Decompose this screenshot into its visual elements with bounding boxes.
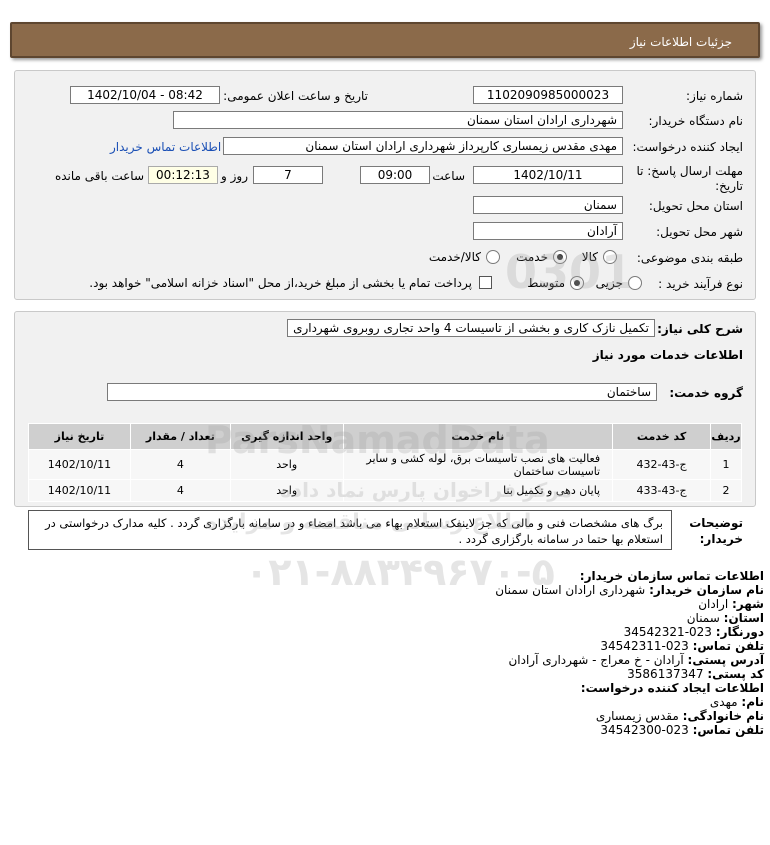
cell-unit: واحد bbox=[229, 479, 344, 502]
contact-phone: تلفن تماس: 023-34542311 bbox=[600, 639, 764, 653]
cell-date: 1402/10/11 bbox=[28, 479, 131, 502]
contact-address-label: آدرس پستی: bbox=[687, 653, 764, 667]
contact-province-value: سمنان bbox=[686, 611, 720, 625]
category-service-label: خدمت bbox=[516, 250, 548, 264]
services-table: ردیف کد خدمت نام خدمت واحد اندازه گیری ت… bbox=[28, 423, 742, 502]
contact-city-value: ارادان bbox=[698, 597, 729, 611]
remaining-time-field: 00:12:13 bbox=[148, 166, 218, 184]
buyer-notes-label-2: خریدار: bbox=[699, 532, 743, 546]
creator-last-name: نام خانوادگی: مقدس زیمساری bbox=[596, 709, 764, 723]
city-field[interactable]: آرادان bbox=[473, 222, 623, 240]
remaining-time-label: ساعت باقی مانده bbox=[54, 169, 144, 183]
buyer-org-label: نام دستگاه خریدار: bbox=[648, 114, 744, 128]
contact-postal: کد پستی: 3586137347 bbox=[627, 667, 764, 681]
announce-label: تاریخ و ساعت اعلان عمومی: bbox=[223, 89, 368, 103]
contact-address-value: آرادان - خ معراج - شهرداری آرادان bbox=[508, 653, 684, 667]
category-both-label: کالا/خدمت bbox=[428, 250, 481, 264]
contact-heading: اطلاعات تماس سازمان خریدار: bbox=[579, 569, 764, 583]
buyer-notes-box: برگ های مشخصات فنی و مالی که جز لاینفک ا… bbox=[28, 510, 672, 550]
deadline-date-field[interactable]: 1402/10/11 bbox=[473, 166, 623, 184]
province-label: استان محل تحویل: bbox=[648, 199, 743, 213]
creator-field[interactable]: مهدی مقدس زیمساری کارپرداز شهرداری ارادا… bbox=[223, 137, 623, 155]
col-code: کد خدمت bbox=[612, 423, 712, 450]
cell-unit: واحد bbox=[229, 449, 344, 480]
table-row: 1 ج-43-432 فعالیت های نصب تاسیسات برق، ل… bbox=[28, 449, 742, 480]
buyer-contact-link[interactable]: اطلاعات تماس خریدار bbox=[110, 140, 221, 154]
cell-date: 1402/10/11 bbox=[28, 449, 131, 480]
cell-name: فعالیت های نصب تاسیسات برق، لوله کشی و س… bbox=[342, 449, 614, 480]
service-group-label: گروه خدمت: bbox=[669, 386, 743, 400]
treasury-payment-note: پرداخت تمام یا بخشی از مبلغ خرید،از محل … bbox=[89, 276, 472, 290]
deadline-time-label: ساعت bbox=[432, 169, 465, 183]
contact-fax: دورنگار: 023-34542321 bbox=[624, 625, 764, 639]
need-details-panel bbox=[14, 70, 756, 300]
creator-first-name: نام: مهدی bbox=[710, 695, 764, 709]
creator-last-name-label: نام خانوادگی: bbox=[682, 709, 764, 723]
contact-fax-label: دورنگار: bbox=[715, 625, 764, 639]
deadline-time-field[interactable]: 09:00 bbox=[360, 166, 430, 184]
creator-phone-label: تلفن تماس: bbox=[692, 723, 764, 737]
page-title: جزئیات اطلاعات نیاز bbox=[629, 35, 732, 49]
contact-phone-label: تلفن تماس: bbox=[692, 639, 764, 653]
service-group-field[interactable]: ساختمان bbox=[107, 383, 657, 401]
need-number-label: شماره نیاز: bbox=[686, 89, 743, 103]
process-medium-radio[interactable] bbox=[570, 276, 584, 290]
col-name: نام خدمت bbox=[342, 423, 614, 450]
creator-heading: اطلاعات ایجاد کننده درخواست: bbox=[580, 681, 764, 695]
cell-qty: 4 bbox=[129, 479, 231, 502]
cell-row: 1 bbox=[710, 449, 742, 480]
summary-field[interactable]: تکمیل نازک کاری و بخشی از تاسیسات 4 واحد… bbox=[287, 319, 655, 337]
process-medium-label: متوسط bbox=[527, 276, 565, 290]
contact-province: استان: سمنان bbox=[687, 611, 764, 625]
creator-phone: تلفن تماس: 023-34542300 bbox=[600, 723, 764, 737]
contact-province-label: استان: bbox=[723, 611, 764, 625]
cell-qty: 4 bbox=[129, 449, 231, 480]
cell-code: ج-43-433 bbox=[612, 479, 712, 502]
contact-org: نام سازمان خریدار: شهرداری ارادان استان … bbox=[495, 583, 764, 597]
cell-code: ج-43-432 bbox=[612, 449, 712, 480]
need-number-field[interactable]: 1102090985000023 bbox=[473, 86, 623, 104]
days-remaining-field[interactable]: 7 bbox=[253, 166, 323, 184]
process-label: نوع فرآیند خرید : bbox=[658, 277, 743, 291]
province-field[interactable]: سمنان bbox=[473, 196, 623, 214]
creator-first-name-label: نام: bbox=[741, 695, 764, 709]
col-row: ردیف bbox=[710, 423, 742, 450]
summary-label: شرح کلی نیاز: bbox=[657, 322, 743, 336]
contact-org-value: شهرداری ارادان استان سمنان bbox=[495, 583, 646, 597]
category-label: طبقه بندی موضوعی: bbox=[636, 251, 743, 265]
process-minor-label: جزیی bbox=[595, 276, 623, 290]
col-qty: تعداد / مقدار bbox=[129, 423, 231, 450]
contact-org-label: نام سازمان خریدار: bbox=[649, 583, 764, 597]
category-both-radio[interactable] bbox=[486, 250, 500, 264]
contact-address: آدرس پستی: آرادان - خ معراج - شهرداری آر… bbox=[508, 653, 764, 667]
buyer-notes-label: توضیحات bbox=[689, 516, 743, 530]
contact-phone-value: 023-34542311 bbox=[600, 639, 689, 653]
creator-label: ایجاد کننده درخواست: bbox=[632, 140, 743, 154]
cell-row: 2 bbox=[710, 479, 742, 502]
category-goods-radio[interactable] bbox=[603, 250, 617, 264]
cell-name: پایان دهی و تکمیل بنا bbox=[342, 479, 614, 502]
creator-first-name-value: مهدی bbox=[709, 695, 738, 709]
col-date: تاریخ نیاز bbox=[28, 423, 131, 450]
process-minor-radio[interactable] bbox=[628, 276, 642, 290]
deadline-date-label: تاریخ: bbox=[715, 179, 743, 193]
days-label: روز و bbox=[221, 169, 248, 183]
contact-fax-value: 023-34542321 bbox=[623, 625, 712, 639]
table-row: 2 ج-43-433 پایان دهی و تکمیل بنا واحد 4 … bbox=[28, 479, 742, 502]
announce-datetime-field[interactable]: 1402/10/04 - 08:42 bbox=[70, 86, 220, 104]
contact-postal-value: 3586137347 bbox=[627, 667, 704, 681]
city-label: شهر محل تحویل: bbox=[656, 225, 743, 239]
services-heading: اطلاعات خدمات مورد نیاز bbox=[592, 348, 743, 362]
contact-city: شهر: ارادان bbox=[698, 597, 764, 611]
deadline-label: مهلت ارسال پاسخ: تا bbox=[636, 164, 743, 178]
contact-city-label: شهر: bbox=[732, 597, 764, 611]
creator-phone-value: 023-34542300 bbox=[600, 723, 689, 737]
contact-postal-label: کد پستی: bbox=[707, 667, 764, 681]
category-service-radio[interactable] bbox=[553, 250, 567, 264]
category-goods-label: کالا bbox=[581, 250, 598, 264]
col-unit: واحد اندازه گیری bbox=[229, 423, 344, 450]
creator-last-name-value: مقدس زیمساری bbox=[595, 709, 679, 723]
treasury-payment-checkbox[interactable] bbox=[479, 276, 492, 289]
buyer-org-field[interactable]: شهرداری ارادان استان سمنان bbox=[173, 111, 623, 129]
